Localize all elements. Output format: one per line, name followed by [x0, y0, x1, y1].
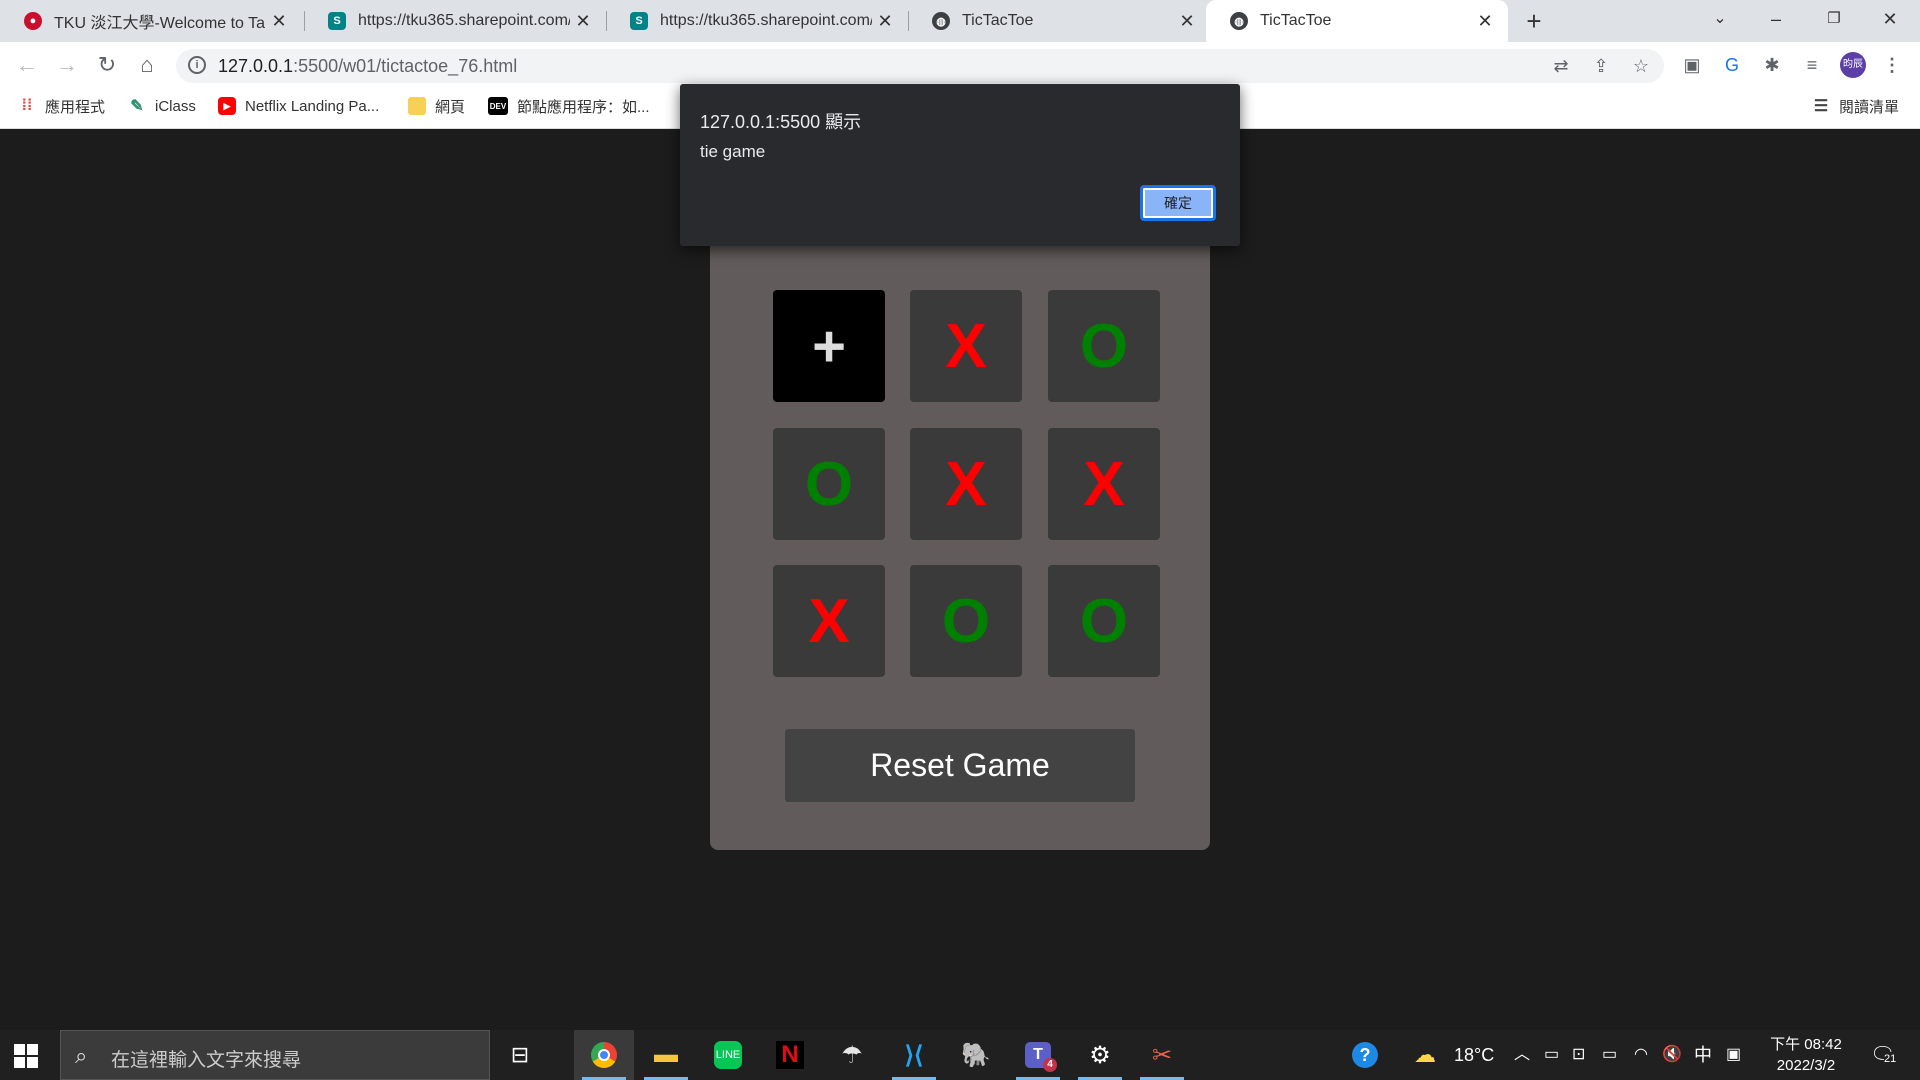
search-icon: ⌕ [75, 1043, 88, 1068]
taskbar-search[interactable]: ⌕ 在這裡輸入文字來搜尋 [60, 1030, 490, 1080]
teams-icon[interactable]: T4 [1008, 1030, 1068, 1080]
google-translate-icon[interactable]: G [1720, 53, 1744, 77]
tab-sharepoint-1[interactable]: S https://tku365.sharepoint.com/ ✕ [304, 0, 606, 42]
reading-list-icon: ☰ [1813, 98, 1829, 115]
volume-muted-icon[interactable]: 🔇 [1662, 1030, 1682, 1080]
ime-mode-icon[interactable]: ▣ [1726, 1030, 1741, 1080]
extensions-puzzle-icon[interactable]: ✱ [1760, 53, 1784, 77]
forward-icon[interactable]: → [52, 50, 82, 80]
bookmark-iclass[interactable]: ✎ iClass [128, 88, 196, 124]
game-card: + X O O X X X O O Reset Game [710, 212, 1210, 850]
board-cell-8[interactable]: O [910, 565, 1022, 677]
close-window-icon[interactable]: ✕ [1862, 0, 1918, 38]
tku-logo-icon: ● [24, 12, 42, 30]
tab-search-icon[interactable]: ⌄ [1692, 0, 1748, 38]
browser-toolbar: ← → ↻ ⌂ i 127.0.0.1:5500/w01/tictactoe_7… [0, 42, 1920, 88]
sharepoint-icon: S [328, 12, 346, 30]
bookmark-apps[interactable]: ⁞⁞ 應用程式 [18, 88, 105, 124]
share-icon[interactable]: ⇪ [1590, 55, 1612, 77]
apps-grid-icon: ⁞⁞ [21, 97, 33, 114]
task-view-icon[interactable]: ⊟ [490, 1030, 550, 1080]
board-cell-3[interactable]: O [1048, 290, 1160, 402]
temperature-text[interactable]: 18°C [1454, 1030, 1494, 1080]
board-cell-5[interactable]: X [910, 428, 1022, 540]
profile-avatar[interactable]: 昀辰 [1840, 52, 1866, 78]
bookmark-netflix[interactable]: ▶ Netflix Landing Pa... [218, 88, 379, 124]
home-icon[interactable]: ⌂ [132, 50, 162, 80]
settings-gear-icon[interactable]: ⚙ [1070, 1030, 1130, 1080]
ime-indicator[interactable]: 中 [1694, 1030, 1712, 1080]
display-icon[interactable]: ⊡ [1572, 1030, 1585, 1080]
tab-tictactoe-1[interactable]: ◍ TicTacToe ✕ [908, 0, 1210, 42]
youtube-icon: ▶ [218, 97, 236, 115]
netflix-icon[interactable]: N [760, 1030, 820, 1080]
address-bar[interactable]: i 127.0.0.1:5500/w01/tictactoe_76.html ⇄… [176, 49, 1664, 83]
close-tab-icon[interactable]: ✕ [1472, 11, 1498, 32]
minimize-icon[interactable]: – [1748, 0, 1804, 38]
globe-icon: ◍ [1230, 12, 1248, 30]
notification-center-icon[interactable]: 🗨 21 [1870, 1030, 1897, 1080]
bookmark-folder[interactable]: 網頁 [408, 88, 465, 124]
dialog-message: tie game [700, 142, 766, 161]
media-control-icon[interactable]: ≡ [1800, 53, 1824, 77]
file-explorer-icon[interactable]: ▬ [636, 1030, 696, 1080]
iclass-icon: ✎ [130, 98, 144, 115]
help-icon[interactable]: ? [1352, 1030, 1378, 1080]
globe-icon: ◍ [932, 12, 950, 30]
windows-taskbar: ⌕ 在這裡輸入文字來搜尋 ⊟ ▬ LINE N ☂ ⟩⟨ 🐘 T4 ⚙ ✂ ? … [0, 1030, 1920, 1080]
tab-strip: ● TKU 淡江大學-Welcome to Tam ✕ S https://tk… [0, 0, 1920, 42]
snipping-tool-icon[interactable]: ✂ [1132, 1030, 1192, 1080]
dialog-origin: 127.0.0.1:5500 顯示 [700, 112, 862, 132]
close-tab-icon[interactable]: ✕ [1174, 11, 1200, 32]
back-icon[interactable]: ← [12, 50, 42, 80]
close-tab-icon[interactable]: ✕ [266, 11, 292, 32]
battery-icon[interactable]: ▭ [1602, 1030, 1617, 1080]
reload-icon[interactable]: ↻ [92, 50, 122, 80]
vscode-icon[interactable]: ⟩⟨ [884, 1030, 944, 1080]
app-umbrella-icon[interactable]: ☂ [822, 1030, 882, 1080]
tab-tku[interactable]: ● TKU 淡江大學-Welcome to Tam ✕ [0, 0, 302, 42]
start-button[interactable] [14, 1044, 38, 1068]
notification-count: 21 [1884, 1052, 1897, 1066]
restore-icon[interactable]: ❐ [1806, 0, 1862, 38]
reading-list[interactable]: ☰ 閱讀清單 [1812, 88, 1899, 124]
system-clock[interactable]: 下午 08:42 2022/3/2 [1766, 1034, 1846, 1076]
chrome-icon[interactable] [574, 1030, 634, 1080]
board-cell-4[interactable]: O [773, 428, 885, 540]
meet-now-icon[interactable]: ▭ [1544, 1030, 1559, 1080]
line-app-icon[interactable]: LINE [698, 1030, 758, 1080]
sharepoint-icon: S [630, 12, 648, 30]
line-extension-icon[interactable]: ▣ [1680, 53, 1704, 77]
board-cell-9[interactable]: O [1048, 565, 1160, 677]
board-cell-7[interactable]: X [773, 565, 885, 677]
teams-badge: 4 [1043, 1058, 1057, 1072]
new-tab-icon[interactable]: + [1519, 6, 1549, 36]
wifi-icon[interactable]: ◠ [1634, 1030, 1648, 1080]
close-tab-icon[interactable]: ✕ [872, 11, 898, 32]
menu-kebab-icon[interactable]: ⋮ [1880, 53, 1904, 77]
folder-icon [408, 97, 426, 115]
board-cell-1[interactable]: + [773, 290, 885, 402]
dev-icon: DEV [488, 97, 508, 115]
board-cell-6[interactable]: X [1048, 428, 1160, 540]
board-cell-2[interactable]: X [910, 290, 1022, 402]
weather-icon[interactable]: ☁ [1414, 1030, 1436, 1080]
ok-button[interactable]: 確定 [1140, 185, 1216, 221]
tab-tictactoe-active[interactable]: ◍ TicTacToe ✕ [1206, 0, 1508, 42]
tray-overflow-chevron-icon[interactable]: ︿ [1514, 1030, 1530, 1080]
bookmark-dev[interactable]: DEV 節點應用程序：如... [488, 88, 650, 124]
site-info-icon[interactable]: i [188, 56, 206, 74]
close-tab-icon[interactable]: ✕ [570, 11, 596, 32]
url-text[interactable]: 127.0.0.1:5500/w01/tictactoe_76.html [218, 56, 517, 77]
bookmark-star-icon[interactable]: ☆ [1630, 55, 1652, 77]
reset-game-button[interactable]: Reset Game [785, 729, 1135, 802]
alert-dialog: 127.0.0.1:5500 顯示 tie game 確定 [680, 84, 1240, 246]
tab-sharepoint-2[interactable]: S https://tku365.sharepoint.com/ ✕ [606, 0, 908, 42]
postgresql-icon[interactable]: 🐘 [946, 1030, 1006, 1080]
translate-icon[interactable]: ⇄ [1550, 55, 1572, 77]
